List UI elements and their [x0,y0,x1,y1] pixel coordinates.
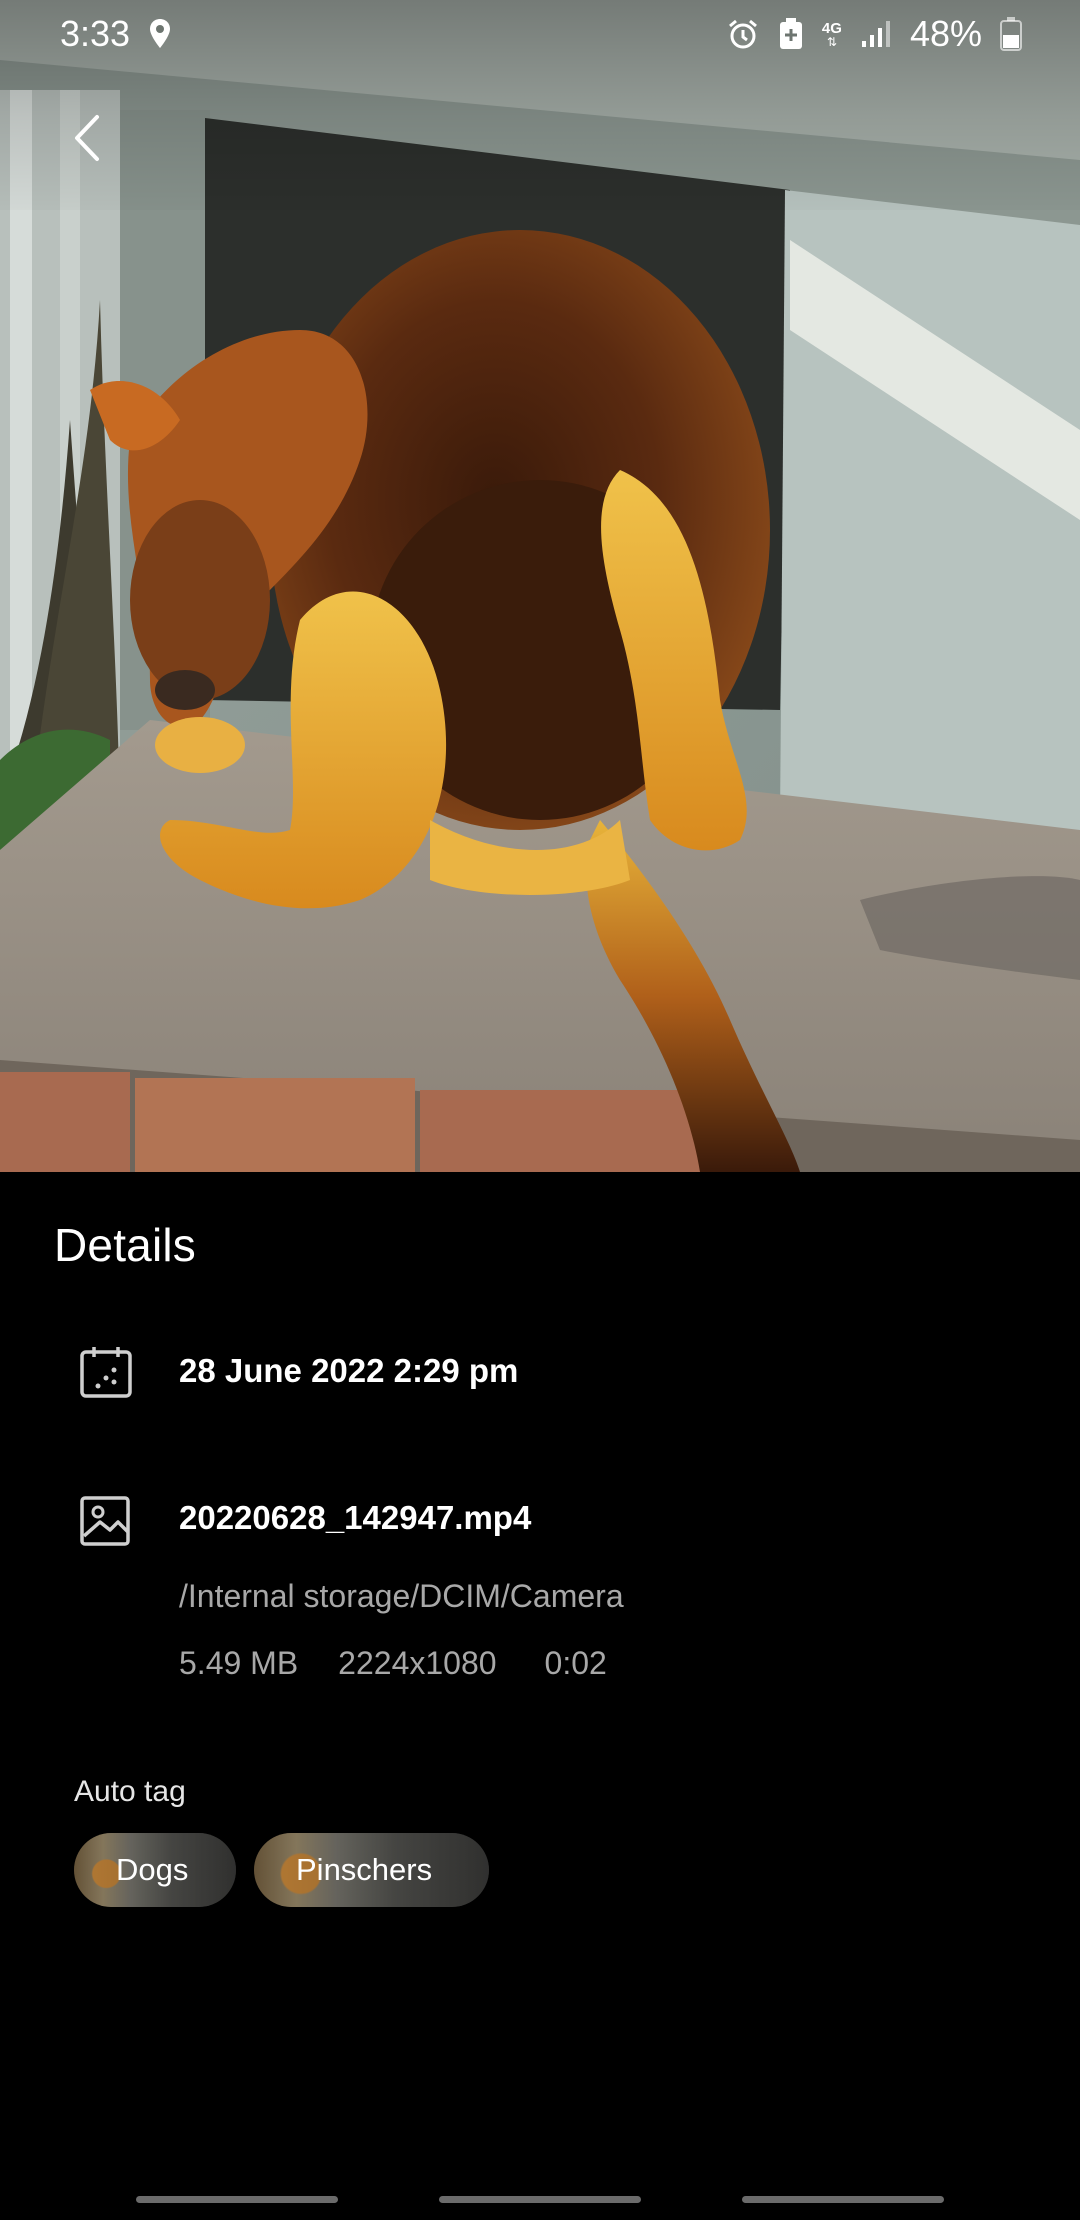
file-name: 20220628_142947.mp4 [179,1499,532,1536]
tag-label: Dogs [116,1852,189,1887]
alarm-icon [726,17,760,51]
battery-icon [1000,17,1022,51]
nav-home-handle[interactable] [439,2196,641,2203]
capture-date: 28 June 2022 2:29 pm [179,1352,519,1389]
image-icon [78,1492,134,1548]
status-bar: 3:33 4G ⇅ 48% [0,0,1080,68]
auto-tag-list: Dogs Pinschers [74,1833,489,1907]
auto-tag-label: Auto tag [74,1775,186,1808]
tag-chip-dogs[interactable]: Dogs [74,1833,236,1907]
gallery-details-screen: 3:33 4G ⇅ 48% Details 28 June 2022 2:29 … [0,0,1080,2220]
back-chevron-icon [75,115,99,161]
tag-chip-pinschers[interactable]: Pinschers [254,1833,489,1907]
network-type-icon: 4G ⇅ [821,19,842,49]
navigation-bar [0,2140,1080,2220]
nav-back-handle[interactable] [742,2196,944,2203]
nav-recents-handle[interactable] [136,2196,338,2203]
calendar-icon [78,1344,134,1400]
details-title: Details [54,1219,197,1271]
signal-icon [860,19,892,49]
battery-saver-icon [778,17,804,51]
location-pin-icon [148,18,172,50]
file-path: /Internal storage/DCIM/Camera [179,1578,624,1614]
back-button[interactable] [56,100,116,176]
status-time: 3:33 [60,13,131,54]
file-meta: 5.49 MB 2224x1080 0:02 [179,1645,607,1682]
file-resolution: 2224x1080 [338,1645,497,1681]
file-size: 5.49 MB [179,1645,299,1681]
file-duration: 0:02 [544,1645,607,1681]
tag-label: Pinschers [296,1852,433,1887]
battery-percent: 48% [909,13,982,54]
